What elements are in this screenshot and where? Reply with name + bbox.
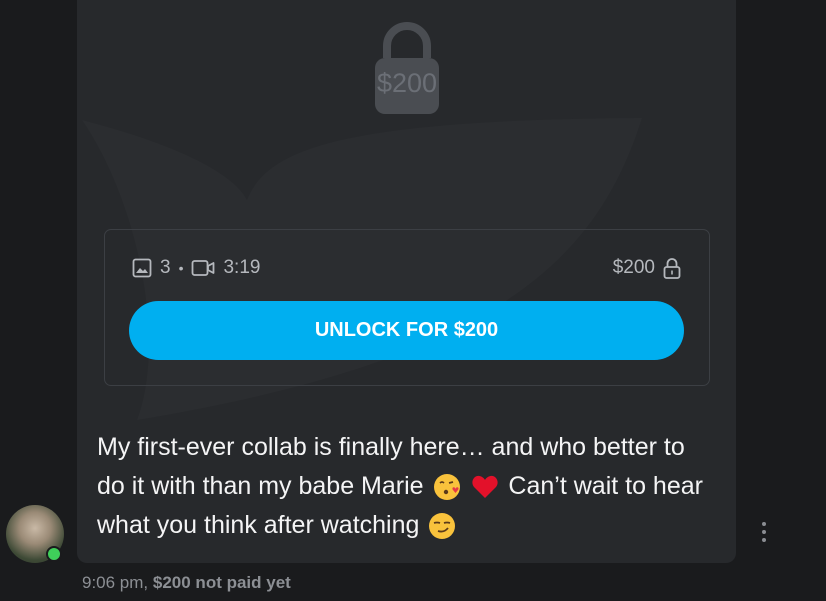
video-icon [192,260,215,276]
locked-price: $200 [376,68,438,98]
more-options-icon[interactable] [760,522,768,546]
unlock-button[interactable]: UNLOCK FOR $200 [129,301,684,360]
face-blowing-kiss-emoji [433,474,460,501]
photos-count: 3 [160,257,171,278]
locked-message-card: $200 3 • 3:19 $200 UNLOCK FOR $200 My fi… [77,0,736,563]
red-heart-emoji [472,476,499,499]
video-duration: 3:19 [223,257,261,278]
media-price-label: $200 [612,257,655,278]
smirking-face-emoji [429,513,456,540]
message-text: My first-ever collab is finally here… an… [97,428,717,545]
separator: • [178,260,184,276]
online-status-dot [46,546,62,562]
image-icon [132,258,152,278]
lock-icon [663,258,681,279]
message-footer: 9:06 pm, $200 not paid yet [82,573,291,593]
payment-status: $200 not paid yet [152,573,291,592]
media-price: $200 [613,256,681,280]
media-meta: 3 • 3:19 [132,256,260,280]
media-info-box: 3 • 3:19 $200 UNLOCK FOR $200 [104,229,710,386]
message-time: 9:06 pm, [82,573,149,592]
